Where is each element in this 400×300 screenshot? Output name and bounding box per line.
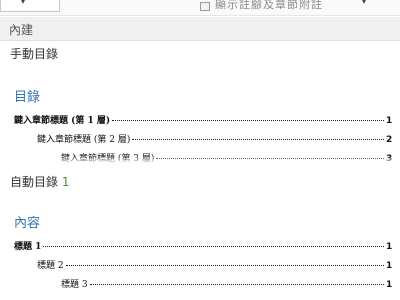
gallery-item-title-auto: 自動目錄 1 bbox=[10, 175, 70, 189]
toolbar-strip: ▾ 顯示註腳及章節附註 ▾ bbox=[0, 0, 400, 16]
chevron-down-icon: ▾ bbox=[21, 0, 26, 6]
chevron-down-icon: ▾ bbox=[362, 0, 367, 6]
dropdown-button-left[interactable]: ▾ bbox=[0, 0, 60, 12]
toc-heading: 目錄 bbox=[14, 90, 41, 105]
toc-entry-level-2: 標題 21 bbox=[37, 261, 393, 271]
notes-icon bbox=[200, 1, 210, 11]
show-notes-label: 顯示註腳及章節附註 bbox=[215, 0, 323, 11]
show-notes-button[interactable]: 顯示註腳及章節附註 bbox=[200, 0, 323, 12]
section-header-label: 內建 bbox=[9, 23, 34, 37]
toc-entry-level-1: 標題 11 bbox=[14, 242, 393, 252]
toc-entry-level-1: 鍵入章節標題 (第 1 層) 1 bbox=[14, 116, 393, 126]
dropdown-button-right[interactable]: ▾ bbox=[357, 0, 377, 12]
preview-fade bbox=[0, 156, 400, 164]
gallery-item-auto-toc[interactable]: 內容 標題 11 標題 21 標題 31 bbox=[14, 212, 392, 296]
toc-entry-level-3: 標題 31 bbox=[61, 280, 393, 290]
gallery-item-title-manual: 手動目錄 bbox=[10, 47, 59, 61]
section-header-builtin: 內建 bbox=[0, 17, 400, 41]
toc-entry-level-2: 鍵入章節標題 (第 2 層) 2 bbox=[37, 135, 393, 145]
toc-heading: 內容 bbox=[14, 216, 41, 231]
